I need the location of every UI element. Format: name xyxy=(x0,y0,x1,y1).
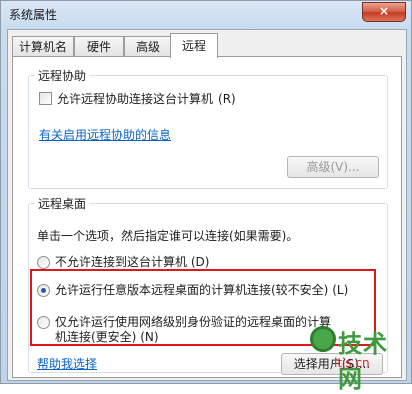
option-nla-only[interactable]: 仅允许运行使用网络级别身份验证的远程桌面的计算 机连接(更安全) (N) xyxy=(37,315,331,345)
tab-computer-name[interactable]: 计算机名 xyxy=(12,36,74,57)
option-nla-only-label: 仅允许运行使用网络级别身份验证的远程桌面的计算 机连接(更安全) (N) xyxy=(55,315,332,344)
window-title: 系统属性 xyxy=(9,8,58,22)
remote-assistance-title: 远程协助 xyxy=(35,67,90,84)
advanced-button[interactable]: 高级(V)... xyxy=(287,156,379,178)
help-me-choose-link[interactable]: 帮助我选择 xyxy=(37,355,97,372)
tab-hardware[interactable]: 硬件 xyxy=(74,36,124,57)
allow-remote-assistance-checkbox[interactable] xyxy=(39,92,52,105)
option-no-connections[interactable]: 不允许连接到这台计算机 (D) xyxy=(37,255,209,270)
option-any-version[interactable]: 允许运行任意版本远程桌面的计算机连接(较不安全) (L) xyxy=(37,283,348,298)
watermark-url: itjs.cn xyxy=(334,356,370,370)
tab-remote[interactable]: 远程 xyxy=(170,33,218,58)
allow-remote-assistance-row[interactable]: 允许远程协助连接这台计算机 (R) xyxy=(39,90,236,107)
remote-assistance-info-link[interactable]: 有关启用远程协助的信息 xyxy=(39,126,171,143)
title-bar[interactable]: 系统属性 × xyxy=(1,1,411,27)
close-button[interactable]: × xyxy=(362,2,406,22)
watermark: 技术网 itjs.cn xyxy=(304,320,408,393)
tab-advanced[interactable]: 高级 xyxy=(124,36,172,57)
remote-desktop-instruction: 单击一个选项，然后指定谁可以连接(如果需要)。 xyxy=(37,229,299,243)
remote-assistance-group: 远程协助 允许远程协助连接这台计算机 (R) 有关启用远程协助的信息 高级(V)… xyxy=(28,67,388,189)
option-any-version-label: 允许运行任意版本远程桌面的计算机连接(较不安全) (L) xyxy=(55,283,349,297)
radio-nla-only[interactable] xyxy=(37,316,50,329)
watermark-logo-icon xyxy=(310,326,336,352)
radio-no-connections[interactable] xyxy=(37,256,50,269)
option-no-connections-label: 不允许连接到这台计算机 (D) xyxy=(55,255,210,269)
allow-remote-assistance-label: 允许远程协助连接这台计算机 xyxy=(57,92,214,106)
remote-desktop-title: 远程桌面 xyxy=(35,195,90,212)
allow-remote-assistance-hotkey: (R) xyxy=(218,91,236,106)
radio-any-version[interactable] xyxy=(37,284,50,297)
